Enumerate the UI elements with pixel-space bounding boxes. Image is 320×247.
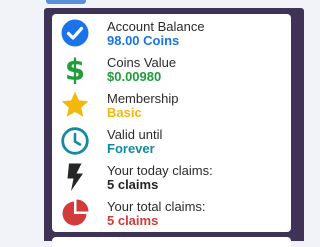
stat-value: 98.00 Coins bbox=[107, 33, 180, 48]
check-circle-icon bbox=[60, 18, 90, 48]
dollar-icon: $ bbox=[60, 54, 90, 84]
stat-membership: Membership Basic bbox=[52, 88, 291, 122]
next-card bbox=[52, 237, 291, 247]
top-tab-indicator bbox=[46, 0, 86, 4]
bolt-icon bbox=[60, 162, 90, 192]
svg-text:$: $ bbox=[65, 54, 85, 84]
account-stats-card: Account Balance 98.00 Coins $ Coins Valu… bbox=[52, 14, 291, 232]
stat-value: 5 claims bbox=[107, 177, 159, 192]
clock-icon bbox=[60, 126, 90, 156]
stat-valid-until: Valid until Forever bbox=[52, 124, 291, 158]
stat-total-claims: Your total claims: 5 claims bbox=[52, 196, 291, 230]
stat-coins-value: $ Coins Value $0.00980 bbox=[52, 52, 291, 86]
stat-value: Basic bbox=[107, 105, 142, 120]
stat-label: Valid until bbox=[107, 127, 163, 142]
stat-value: Forever bbox=[107, 141, 155, 156]
stat-label: Your total claims: bbox=[107, 199, 206, 214]
stat-label: Coins Value bbox=[107, 55, 177, 70]
stat-today-claims: Your today claims: 5 claims bbox=[52, 160, 291, 194]
stat-value: $0.00980 bbox=[107, 69, 162, 84]
stat-label: Your today claims: bbox=[107, 163, 213, 178]
stat-label: Account Balance bbox=[107, 19, 205, 34]
stat-account-balance: Account Balance 98.00 Coins bbox=[52, 16, 291, 50]
stat-label: Membership bbox=[107, 91, 179, 106]
star-icon bbox=[60, 90, 90, 120]
pie-chart-icon bbox=[60, 198, 90, 228]
stat-value: 5 claims bbox=[107, 213, 159, 228]
